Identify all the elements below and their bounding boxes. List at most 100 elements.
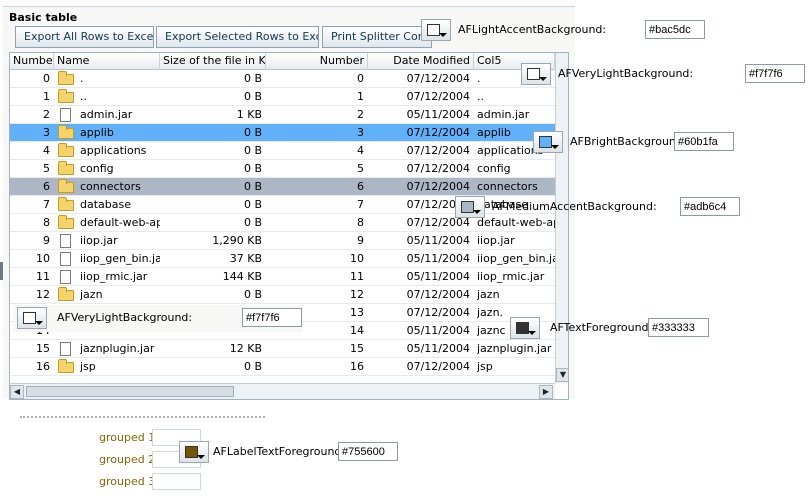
cell-name: .. — [80, 90, 87, 103]
color-picker-button[interactable] — [533, 131, 563, 153]
swatch-row-bright: AFBrightBackground: — [533, 131, 811, 155]
dropdown-arrow-icon — [439, 33, 447, 37]
horizontal-scroll-thumb[interactable] — [26, 386, 234, 397]
table-row[interactable]: 1.. 0 B 1 07/12/2004.. — [10, 88, 555, 106]
cell-number: 6 — [43, 180, 50, 193]
table-row[interactable]: 9 iiop.jar 1,290 KB 9 05/11/2004 iiop.jar — [10, 232, 555, 250]
swatch-value-input[interactable] — [338, 442, 398, 461]
folder-icon — [58, 89, 74, 103]
cell-number: 10 — [36, 252, 50, 265]
cell-size: 0 B — [243, 360, 262, 373]
color-picker-button[interactable] — [421, 19, 451, 41]
grouped-field-3[interactable] — [152, 473, 201, 490]
cell-date-modified: 07/12/2004 — [406, 72, 470, 85]
cell-number: 7 — [43, 198, 50, 211]
cell-size: 0 B — [243, 126, 262, 139]
color-picker-button[interactable] — [510, 317, 540, 339]
file-icon — [60, 342, 71, 356]
folder-icon — [58, 215, 74, 229]
cell-size: 144 KB — [222, 270, 262, 283]
color-picker-button[interactable] — [521, 63, 551, 85]
scroll-right-icon[interactable]: ▶ — [539, 385, 553, 399]
cell-date-modified: 05/11/2004 — [406, 324, 470, 337]
color-picker-button[interactable] — [455, 196, 485, 218]
cell-number-2: 3 — [357, 126, 364, 139]
cell-date-modified: 05/11/2004 — [406, 342, 470, 355]
cell-col5: jaznplugin.jar — [477, 342, 552, 355]
cell-size: 0 B — [243, 180, 262, 193]
table-row[interactable]: 2 admin.jar 1 KB 2 05/11/2004 admin.jar — [10, 106, 555, 124]
dropdown-arrow-icon — [539, 77, 547, 81]
table-row[interactable]: 0.0 B 0 07/12/2004. — [10, 70, 555, 88]
table-row[interactable]: 6 connectors 0 B 6 07/12/2004 connectors — [10, 178, 555, 196]
cell-size: 0 B — [243, 144, 262, 157]
swatch-value-input[interactable] — [680, 197, 740, 216]
grouped-label-3: grouped 3 — [99, 475, 156, 488]
table-row[interactable]: 16 jsp 0 B 16 07/12/2004 jsp — [10, 358, 555, 376]
print-splitter-button[interactable]: Print Splitter Conte — [322, 26, 432, 48]
cell-col5: .. — [477, 90, 484, 103]
splitter-handle[interactable] — [0, 262, 3, 280]
column-header-number-2[interactable]: Number — [266, 53, 368, 70]
cell-date-modified: 07/12/2004 — [406, 144, 470, 157]
swatch-value-input[interactable] — [242, 308, 302, 327]
table-row[interactable]: 11 iiop_rmic.jar 144 KB 11 05/11/2004 iiop_rm… — [10, 268, 555, 286]
cell-number-2: 1 — [357, 90, 364, 103]
table-row[interactable]: 3 applib 0 B 3 07/12/2004 applib — [10, 124, 555, 142]
cell-size: 1,290 KB — [212, 234, 262, 247]
color-picker-button[interactable] — [179, 441, 209, 463]
swatch-value-input[interactable] — [745, 64, 805, 83]
scroll-down-icon[interactable]: ▼ — [556, 368, 568, 382]
cell-name: . — [80, 72, 84, 85]
cell-name: jaznplugin.jar — [80, 342, 155, 355]
column-header-number[interactable]: Number — [10, 53, 54, 70]
folder-icon — [58, 71, 74, 85]
cell-date-modified: 07/12/2004 — [406, 288, 470, 301]
cell-date-modified: 07/12/2004 — [406, 162, 470, 175]
cell-name: connectors — [80, 180, 141, 193]
cell-number: 3 — [43, 126, 50, 139]
cell-number-2: 9 — [357, 234, 364, 247]
cell-size: 0 B — [243, 90, 262, 103]
export-all-rows-button[interactable]: Export All Rows to Excel — [15, 26, 154, 48]
cell-date-modified: 07/12/2004 — [406, 180, 470, 193]
folder-icon — [58, 359, 74, 373]
cell-name: iiop_gen_bin.jar — [80, 252, 160, 265]
table-row[interactable]: 12 jazn 0 B 12 07/12/2004 jazn — [10, 286, 555, 304]
cell-number: 11 — [36, 270, 50, 283]
cell-name: jsp — [80, 360, 96, 373]
grouped-label-2: grouped 2 — [99, 453, 156, 466]
column-header-size[interactable]: Size of the file in Kilo b — [160, 53, 266, 70]
cell-number-2: 15 — [350, 342, 364, 355]
dropdown-arrow-icon — [473, 210, 481, 214]
swatch-value-input[interactable] — [645, 20, 705, 39]
export-selected-rows-button[interactable]: Export Selected Rows to Excel — [156, 26, 319, 48]
cell-name: admin.jar — [80, 108, 133, 121]
cell-number-2: 0 — [357, 72, 364, 85]
swatch-row-very-light: AFVeryLightBackground: — [521, 63, 811, 87]
horizontal-scrollbar[interactable]: ◀ ▶ — [10, 383, 555, 399]
file-table: Number Name Size of the file in Kilo b N… — [9, 52, 569, 400]
column-header-date-modified[interactable]: Date Modified — [368, 53, 474, 70]
table-row[interactable]: 5 config 0 B 5 07/12/2004 config — [10, 160, 555, 178]
scroll-left-icon[interactable]: ◀ — [10, 385, 24, 399]
table-row[interactable]: 15 jaznplugin.jar 12 KB 15 05/11/2004 jaznplu… — [10, 340, 555, 358]
swatch-value-input[interactable] — [648, 318, 709, 337]
cell-col5: jazn — [477, 288, 500, 301]
cell-size: 0 B — [243, 216, 262, 229]
cell-number-2: 12 — [350, 288, 364, 301]
folder-icon — [58, 125, 74, 139]
cell-date-modified: 07/12/2004 — [406, 306, 470, 319]
folder-icon — [58, 287, 74, 301]
swatch-value-input[interactable] — [674, 132, 734, 151]
cell-col5: iiop_gen_bin.jar — [477, 252, 555, 265]
color-picker-button[interactable] — [17, 307, 47, 329]
table-row[interactable]: 10 iiop_gen_bin.jar 37 KB 10 05/11/2004 iiop_… — [10, 250, 555, 268]
cell-date-modified: 05/11/2004 — [406, 234, 470, 247]
table-row[interactable]: 4 applications 0 B 4 07/12/2004 applications — [10, 142, 555, 160]
cell-date-modified: 07/12/2004 — [406, 90, 470, 103]
folder-icon — [58, 143, 74, 157]
swatch-label: AFMediumAccentBackground: — [492, 200, 657, 213]
swatch-row-very-light-2: AFVeryLightBackground: — [13, 305, 308, 332]
column-header-name[interactable]: Name — [54, 53, 160, 70]
